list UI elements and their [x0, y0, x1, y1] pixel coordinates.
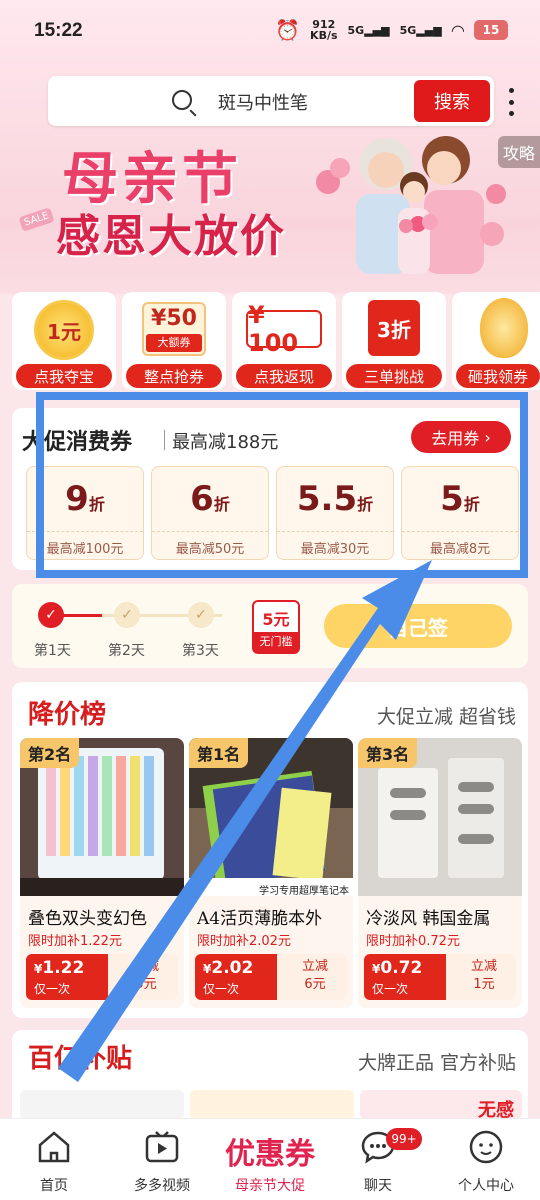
product-price: 2.02 [211, 958, 254, 978]
subsidy-product-thumb[interactable] [20, 1090, 184, 1120]
product-name: 冷淡风 韩国金属 [366, 909, 491, 929]
search-button[interactable]: 搜索 [414, 80, 490, 122]
search-icon [172, 90, 192, 110]
quick-entry-label: 砸我领券 [456, 364, 540, 388]
nav-video[interactable]: 多多视频 [108, 1119, 216, 1200]
more-menu-icon[interactable] [508, 88, 514, 116]
search-bar[interactable]: 斑马中性笔 搜索 [48, 76, 494, 126]
quick-entry-label: 整点抢券 [126, 364, 222, 388]
quick-entry-smash-egg[interactable]: 砸我领券 [452, 292, 540, 390]
product-card[interactable]: 学习专用超厚笔记本 第1名 A4活页薄脆本外 限时加补2.02元 ¥2.02 仅一… [189, 738, 353, 1008]
subsidy-product-thumb[interactable]: 无感 [360, 1090, 522, 1121]
subsidy-subtitle[interactable]: 大牌正品 官方补贴 [358, 1048, 516, 1075]
product-subsidy: 限时加补0.72元 [366, 934, 460, 949]
network-speed: 912 KB/s [310, 18, 338, 42]
highlight-box [36, 392, 528, 578]
price-drop-title: 降价榜 [28, 700, 107, 730]
wifi-icon: ◠ [451, 20, 464, 40]
product-name: 叠色双头变幻色 [28, 909, 147, 929]
quick-entry-three-orders[interactable]: 3折 三单挑战 [342, 292, 446, 390]
cash-100-icon: ¥ 100 [246, 301, 322, 357]
quick-entry-label: 点我返现 [236, 364, 332, 388]
nav-coupon[interactable]: 优惠券 母亲节大促 [216, 1119, 324, 1200]
day-label: 第2天 [108, 643, 145, 659]
price-box: ¥2.02 仅一次 立减 6元 [195, 954, 347, 1000]
search-input[interactable]: 斑马中性笔 [218, 89, 308, 115]
chat-unread-badge: 99+ [386, 1128, 422, 1150]
discount-label: 立减 5元 [132, 959, 159, 992]
day-label: 第3天 [182, 643, 219, 659]
product-card[interactable]: 第3名 冷淡风 韩国金属 限时加补0.72元 ¥0.72 仅一次 立减 1元 [358, 738, 522, 1008]
status-bar: 15:22 ⏰ 912 KB/s 5G▂▄▆ 5G▂▄▆ ◠ 15 [0, 0, 540, 64]
subsidy-product-thumb[interactable] [190, 1090, 354, 1120]
alarm-icon: ⏰ [275, 18, 301, 42]
checked-day-icon: ✓ [38, 602, 64, 628]
price-box: ¥1.22 仅一次 立减 5元 [26, 954, 178, 1000]
bottom-nav: 首页 多多视频 优惠券 母亲节大促 聊天 个人中心 [0, 1118, 540, 1200]
prize-badge: 5元 无门槛 [252, 600, 300, 654]
rank-badge: 第2名 [20, 738, 80, 768]
guide-tab[interactable]: 攻略 [498, 136, 540, 168]
signal-icon-2: 5G▂▄▆ [399, 23, 442, 37]
day-label: 第1天 [34, 643, 71, 659]
home-icon [38, 1131, 70, 1163]
nav-profile[interactable]: 个人中心 [432, 1119, 540, 1200]
product-name: A4活页薄脆本外 [197, 909, 323, 929]
subsidy-title: 百亿补贴 [28, 1044, 133, 1074]
banner-subtitle: 感恩大放价 [56, 211, 286, 262]
product-subsidy: 限时加补2.02元 [197, 934, 291, 949]
coupon-50-icon: ¥50 大额券 [142, 302, 206, 356]
mother-daughter-illustration [316, 136, 506, 274]
quick-entry-label: 点我夺宝 [16, 364, 112, 388]
quick-entry-label: 三单挑战 [346, 364, 442, 388]
nav-home[interactable]: 首页 [0, 1119, 108, 1200]
battery-icon: 15 [474, 20, 508, 40]
quick-entry-cashback[interactable]: ¥ 100 点我返现 [232, 292, 336, 390]
profile-icon [469, 1130, 503, 1164]
quick-entry-treasure[interactable]: 1元 点我夺宝 [12, 292, 116, 390]
status-icons: ⏰ 912 KB/s 5G▂▄▆ 5G▂▄▆ ◠ 15 [275, 18, 508, 42]
sign-in-button[interactable]: 自己签 [324, 604, 512, 648]
rank-badge: 第1名 [189, 738, 249, 768]
price-drop-subtitle[interactable]: 大促立减 超省钱 [377, 702, 516, 729]
golden-egg-icon [480, 298, 528, 358]
day-check-icon: ✓ [188, 602, 214, 628]
discount-label: 立减 6元 [301, 959, 328, 992]
red-envelope-icon: 3折 [368, 300, 420, 356]
discount-label: 立减 1元 [470, 959, 497, 992]
product-card[interactable]: 第2名 叠色双头变幻色 限时加补1.22元 ¥1.22 仅一次 立减 5元 [20, 738, 184, 1008]
gold-coin-icon: 1元 [34, 300, 94, 360]
product-price: 0.72 [380, 958, 423, 978]
product-price: 1.22 [42, 958, 85, 978]
signal-icon: 5G▂▄▆ [347, 23, 390, 37]
rank-badge: 第3名 [358, 738, 418, 768]
video-icon [145, 1131, 179, 1163]
quick-entry-grab-coupon[interactable]: ¥50 大额券 整点抢券 [122, 292, 226, 390]
status-time: 15:22 [34, 20, 83, 41]
day-check-icon: ✓ [114, 602, 140, 628]
nav-coupon-big-label: 优惠券 [225, 1137, 315, 1172]
product-subsidy: 限时加补1.22元 [28, 934, 122, 949]
image-caption: 学习专用超厚笔记本 [259, 886, 349, 897]
price-box: ¥0.72 仅一次 立减 1元 [364, 954, 516, 1000]
